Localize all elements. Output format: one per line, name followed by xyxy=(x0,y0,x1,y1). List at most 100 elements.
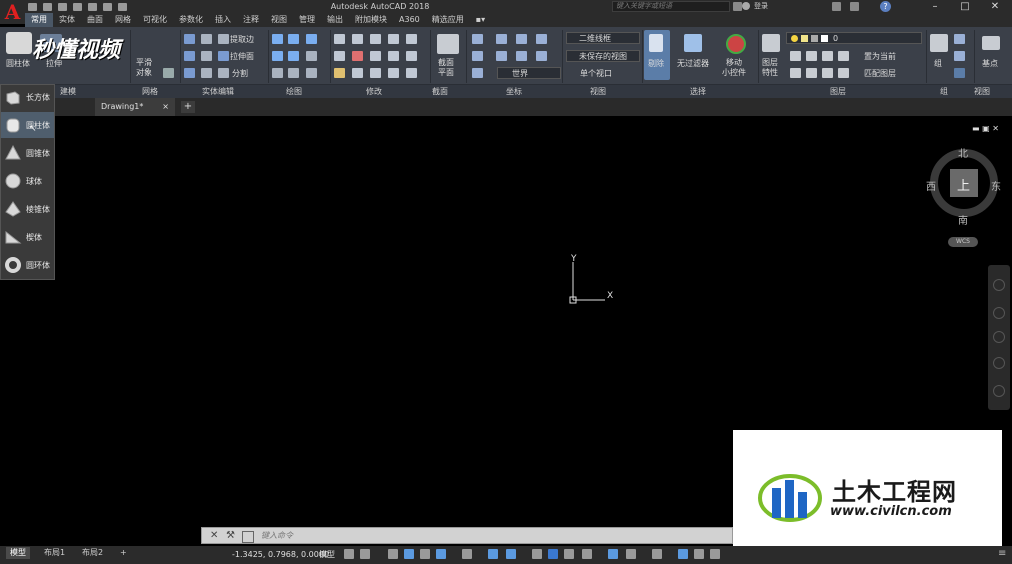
move-icon[interactable] xyxy=(334,34,345,44)
panel-label-groups[interactable]: 组 xyxy=(940,85,948,98)
add-layout-button[interactable]: + xyxy=(116,547,131,559)
panel-label-draw[interactable]: 绘图 xyxy=(286,85,302,98)
ucs-x-icon[interactable] xyxy=(496,34,507,44)
model-space-button[interactable]: 模型 xyxy=(319,547,335,563)
explode-icon[interactable] xyxy=(406,68,417,78)
panel-label-selection[interactable]: 选择 xyxy=(690,85,706,98)
menu-item-box[interactable]: 长方体 xyxy=(1,84,54,110)
tab-featured-apps[interactable]: 精选应用 xyxy=(426,13,470,27)
pan-icon[interactable] xyxy=(993,307,1005,319)
extract-edges-icon[interactable] xyxy=(218,34,229,44)
viewcube-south[interactable]: 南 xyxy=(958,212,968,227)
menu-item-wedge[interactable]: 楔体 xyxy=(1,224,54,250)
viewcube-north[interactable]: 北 xyxy=(958,145,968,160)
login-button[interactable]: 登录 xyxy=(754,0,768,13)
layer-on-icon[interactable] xyxy=(790,68,801,78)
dynamic-input-icon[interactable] xyxy=(404,549,414,559)
extract-edges-button[interactable]: 提取边 xyxy=(230,34,254,45)
close-command-icon[interactable]: ✕ xyxy=(210,530,218,541)
recent-commands-icon[interactable] xyxy=(242,531,254,543)
undo-icon[interactable] xyxy=(103,2,112,11)
extrude-face-button[interactable]: 拉伸面 xyxy=(230,51,254,62)
culling-toggle[interactable]: 剔除 xyxy=(644,30,670,80)
move-gizmo-icon[interactable] xyxy=(726,34,746,54)
group-selection-icon[interactable] xyxy=(954,68,965,78)
steering-wheel-icon[interactable] xyxy=(993,279,1005,291)
document-tab-drawing1[interactable]: Drawing1* × xyxy=(95,98,175,116)
binoculars-icon[interactable] xyxy=(733,2,742,11)
subtract-icon[interactable] xyxy=(184,51,195,61)
menu-item-cone[interactable]: 圆锥体 xyxy=(1,140,54,166)
application-menu-button[interactable]: A xyxy=(0,0,25,24)
selection-cycling-icon[interactable] xyxy=(564,549,574,559)
layer-isolate-icon[interactable] xyxy=(806,51,817,61)
offset-icon[interactable] xyxy=(406,51,417,61)
layer-thaw-icon[interactable] xyxy=(822,68,833,78)
smooth-object-button[interactable]: 平滑 对象 xyxy=(136,58,160,78)
tab-solid[interactable]: 实体 xyxy=(53,13,81,27)
layout-tab-layout2[interactable]: 布局2 xyxy=(78,547,107,559)
layer-properties-button[interactable]: 图层 特性 xyxy=(762,58,778,78)
3d-move-icon[interactable] xyxy=(370,34,381,44)
panel-label-view-2[interactable]: 视图 xyxy=(974,85,990,98)
ucs-face-icon[interactable] xyxy=(536,51,547,61)
hatch-icon[interactable] xyxy=(272,68,283,78)
rectangle-icon[interactable] xyxy=(288,68,299,78)
ucs-world-dropdown[interactable]: 世界 xyxy=(497,67,561,79)
no-filter-icon[interactable] xyxy=(684,34,702,52)
saved-view-dropdown[interactable]: 未保存的视图 xyxy=(566,50,640,62)
menu-item-sphere[interactable]: 球体 xyxy=(1,168,54,194)
cylinder-button-label[interactable]: 圆柱体 xyxy=(6,58,30,69)
thicken-icon[interactable] xyxy=(201,68,212,78)
tab-annotate[interactable]: 注释 xyxy=(237,13,265,27)
object-snap-tracking-icon[interactable] xyxy=(488,549,498,559)
tab-view[interactable]: 视图 xyxy=(265,13,293,27)
section-plane-button[interactable]: 截面 平面 xyxy=(438,58,454,78)
zoom-extents-icon[interactable] xyxy=(993,331,1005,343)
ortho-icon[interactable] xyxy=(420,549,430,559)
gizmo-icon[interactable] xyxy=(652,549,662,559)
tab-addins[interactable]: 附加模块 xyxy=(349,13,393,27)
annotation-scale-icon[interactable] xyxy=(710,549,720,559)
layer-freeze-icon[interactable] xyxy=(822,51,833,61)
dynamic-ucs-icon[interactable] xyxy=(608,549,618,559)
ucs-icon[interactable] xyxy=(472,34,483,44)
object-snap-icon[interactable] xyxy=(506,549,516,559)
layout-tab-model[interactable]: 模型 xyxy=(6,547,30,559)
minimize-button[interactable]: – xyxy=(920,0,950,13)
help-icon[interactable]: ? xyxy=(880,1,891,12)
circle-icon[interactable] xyxy=(306,51,317,61)
new-file-icon[interactable] xyxy=(28,2,37,11)
extrude-face-icon[interactable] xyxy=(218,51,229,61)
layer-lock-icon[interactable] xyxy=(838,51,849,61)
visual-style-dropdown[interactable]: 二维线框 xyxy=(566,32,640,44)
section-plane-icon[interactable] xyxy=(437,34,459,54)
panel-label-modify[interactable]: 修改 xyxy=(366,85,382,98)
region-icon[interactable] xyxy=(306,68,317,78)
infer-constraints-icon[interactable] xyxy=(388,549,398,559)
group-button[interactable]: 组 xyxy=(934,58,942,69)
close-window-button[interactable]: ✕ xyxy=(980,0,1010,13)
layout-tab-layout1[interactable]: 布局1 xyxy=(40,547,69,559)
orbit-icon[interactable] xyxy=(993,357,1005,369)
split-icon[interactable] xyxy=(218,68,229,78)
fillet-icon[interactable] xyxy=(388,51,399,61)
wcs-menu-button[interactable]: WCS xyxy=(948,237,978,247)
tab-home[interactable]: 常用 xyxy=(25,13,53,27)
ucs-object-icon[interactable] xyxy=(516,51,527,61)
ucs-y-icon[interactable] xyxy=(516,34,527,44)
layer-unlock-icon[interactable] xyxy=(838,68,849,78)
exchange-icon[interactable] xyxy=(850,2,859,11)
rotate-icon[interactable] xyxy=(352,34,363,44)
viewcube-east[interactable]: 东 xyxy=(991,178,1001,193)
array-icon[interactable] xyxy=(406,34,417,44)
search-input[interactable]: 键入关键字或短语 xyxy=(612,1,730,12)
ribbon-options-icon[interactable]: ▪▾ xyxy=(470,13,491,27)
set-current-button[interactable]: 置为当前 xyxy=(864,51,896,62)
group-icon[interactable] xyxy=(930,34,948,52)
layer-unisolate-icon[interactable] xyxy=(806,68,817,78)
command-input[interactable]: 键入命令 xyxy=(261,527,293,544)
ucs-world-icon[interactable] xyxy=(472,68,483,78)
panel-label-solid-editing[interactable]: 实体编辑 xyxy=(202,85,234,98)
save-as-icon[interactable] xyxy=(73,2,82,11)
